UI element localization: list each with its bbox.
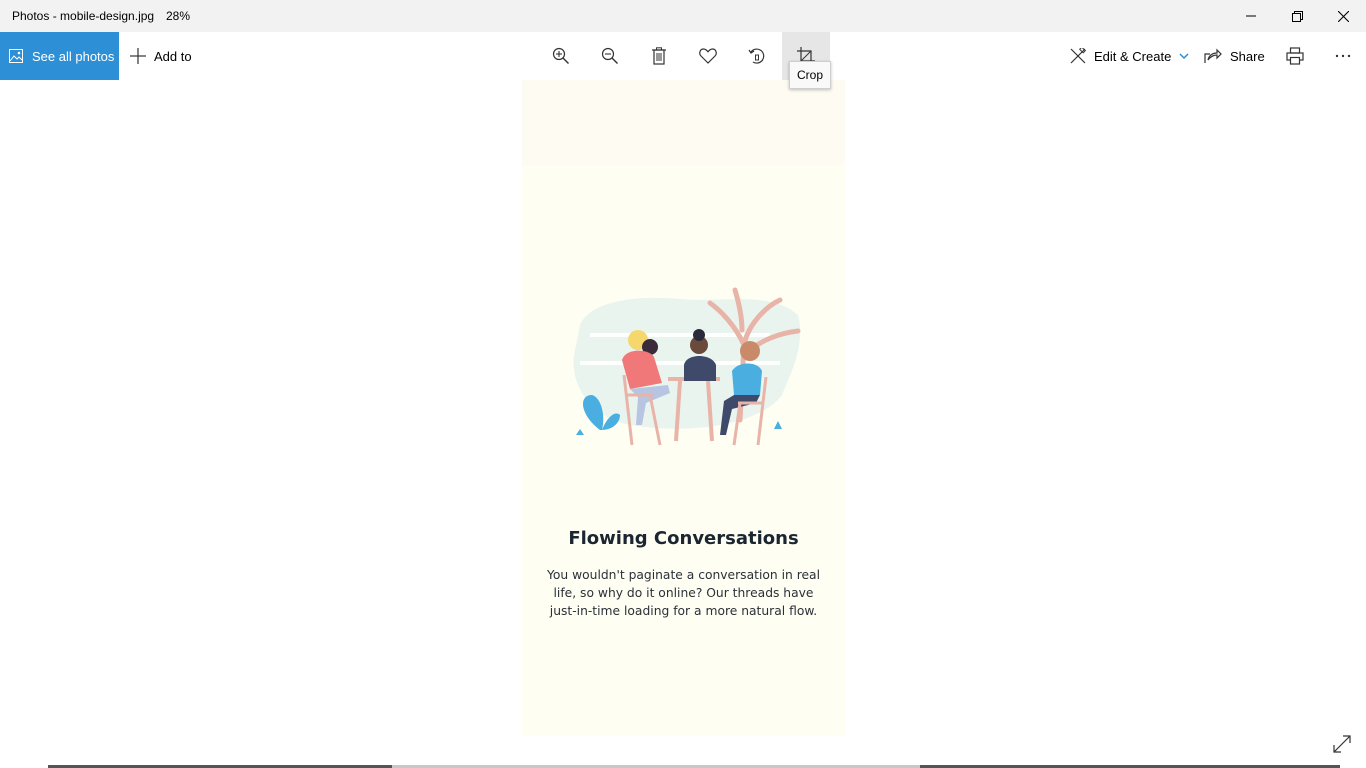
close-button[interactable] bbox=[1320, 0, 1366, 32]
restore-icon bbox=[1291, 10, 1303, 22]
plus-icon bbox=[130, 48, 146, 64]
more-icon bbox=[1335, 54, 1351, 58]
edit-create-button[interactable]: Edit & Create bbox=[1070, 32, 1189, 80]
share-button[interactable]: Share bbox=[1204, 32, 1265, 80]
share-label: Share bbox=[1230, 48, 1265, 64]
minimize-button[interactable] bbox=[1228, 0, 1274, 32]
rotate-icon bbox=[748, 48, 765, 64]
print-button[interactable] bbox=[1271, 32, 1319, 80]
title-bar: Photos - mobile-design.jpg 28% bbox=[0, 0, 1366, 32]
photos-icon bbox=[9, 49, 23, 63]
zoom-out-button[interactable] bbox=[586, 32, 634, 80]
restore-button[interactable] bbox=[1274, 0, 1320, 32]
see-all-photos-button[interactable]: See all photos bbox=[0, 32, 119, 80]
conversation-illustration bbox=[573, 287, 801, 446]
toolbar: See all photos Add to Edit & Create Shar… bbox=[0, 32, 1366, 80]
edit-create-label: Edit & Create bbox=[1094, 48, 1172, 64]
image-headline: Flowing Conversations bbox=[568, 528, 799, 549]
add-to-button[interactable]: Add to bbox=[130, 32, 192, 80]
chevron-down-icon bbox=[1179, 53, 1189, 59]
print-icon bbox=[1286, 47, 1304, 65]
crop-tooltip: Crop bbox=[789, 61, 831, 89]
more-button[interactable] bbox=[1319, 32, 1366, 80]
image-header-band bbox=[522, 80, 845, 165]
image-body-text: You wouldn't paginate a conversation in … bbox=[546, 568, 821, 618]
photo-canvas[interactable]: Flowing Conversations You wouldn't pagin… bbox=[522, 80, 845, 736]
see-all-photos-label: See all photos bbox=[32, 48, 115, 64]
zoom-out-icon bbox=[601, 47, 618, 64]
delete-button[interactable] bbox=[635, 32, 683, 80]
fullscreen-button[interactable] bbox=[1328, 730, 1356, 758]
zoom-in-icon bbox=[552, 47, 569, 64]
add-to-label: Add to bbox=[154, 48, 192, 64]
zoom-level: 28% bbox=[166, 9, 191, 23]
expand-icon bbox=[1333, 735, 1351, 753]
trash-icon bbox=[652, 47, 666, 65]
heart-icon bbox=[699, 48, 717, 64]
window-title: Photos - mobile-design.jpg bbox=[12, 9, 155, 23]
favorite-button[interactable] bbox=[684, 32, 732, 80]
edit-create-icon bbox=[1070, 48, 1086, 64]
zoom-in-button[interactable] bbox=[537, 32, 585, 80]
minimize-icon bbox=[1246, 15, 1256, 17]
close-icon bbox=[1337, 10, 1349, 22]
rotate-button[interactable] bbox=[733, 32, 781, 80]
share-icon bbox=[1204, 48, 1222, 63]
